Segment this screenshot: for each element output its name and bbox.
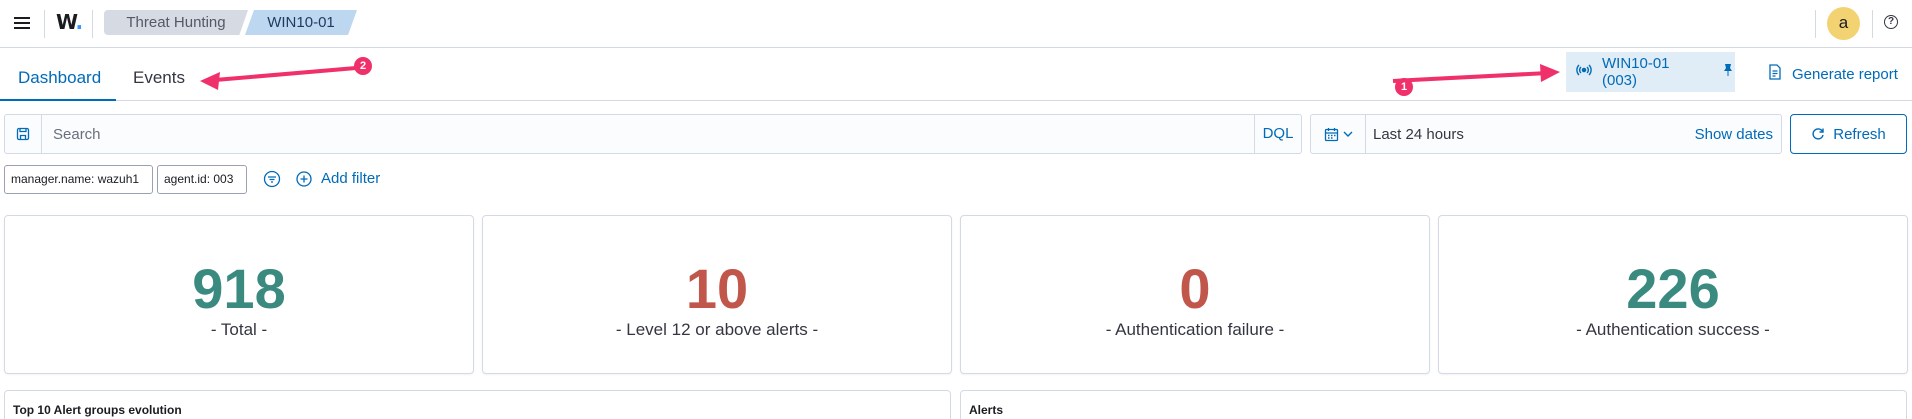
add-filter-button[interactable]: Add filter bbox=[296, 170, 380, 187]
refresh-button[interactable]: Refresh bbox=[1790, 114, 1907, 154]
generate-report-button[interactable]: Generate report bbox=[1768, 64, 1898, 84]
help-icon[interactable]: ? bbox=[1884, 15, 1898, 29]
metric-card-level12-alerts: 10 - Level 12 or above alerts - bbox=[482, 215, 952, 374]
refresh-icon bbox=[1812, 128, 1824, 140]
app-logo[interactable]: W. bbox=[56, 10, 83, 34]
filter-pill-manager[interactable]: manager.name: wazuh1 bbox=[4, 165, 153, 194]
header-divider bbox=[1872, 10, 1873, 38]
metric-card-auth-failure: 0 - Authentication failure - bbox=[960, 215, 1430, 374]
metric-value: 0 bbox=[1179, 257, 1211, 320]
breadcrumb-agent[interactable]: WIN10-01 bbox=[245, 10, 357, 35]
metric-card-total: 918 - Total - bbox=[4, 215, 474, 374]
quick-date-menu-button[interactable] bbox=[1311, 115, 1366, 153]
panel-alerts: Alerts bbox=[960, 390, 1907, 419]
search-input[interactable] bbox=[43, 115, 1256, 153]
tabs-row: Dashboard Events WIN10-01 (003) Generate… bbox=[0, 48, 1912, 101]
date-picker: Last 24 hours Show dates bbox=[1310, 114, 1782, 154]
top-header: W. Threat Hunting WIN10-01 a ? bbox=[0, 0, 1912, 48]
plus-circle-icon bbox=[296, 170, 312, 187]
pin-icon[interactable] bbox=[1721, 63, 1735, 81]
metric-label: - Level 12 or above alerts - bbox=[615, 320, 819, 339]
active-tab-indicator bbox=[0, 99, 116, 101]
metric-card-auth-success: 226 - Authentication success - bbox=[1438, 215, 1908, 374]
pinned-agent-button[interactable]: WIN10-01 (003) bbox=[1566, 52, 1735, 92]
filter-options-icon[interactable] bbox=[263, 170, 281, 193]
metric-value: 226 bbox=[1626, 257, 1720, 320]
header-divider bbox=[1815, 10, 1816, 38]
panel-title: Alerts bbox=[969, 403, 1004, 417]
annotation-badge-1: 1 bbox=[1395, 78, 1413, 96]
query-language-button[interactable]: DQL bbox=[1254, 115, 1301, 153]
user-avatar[interactable]: a bbox=[1827, 7, 1860, 40]
metric-value: 10 bbox=[685, 257, 749, 320]
saved-query-button[interactable] bbox=[5, 115, 42, 153]
query-bar: DQL bbox=[4, 114, 1302, 154]
tab-events[interactable]: Events bbox=[133, 68, 185, 88]
add-filter-label: Add filter bbox=[321, 170, 381, 187]
tab-dashboard[interactable]: Dashboard bbox=[18, 68, 101, 88]
metric-label: - Authentication success - bbox=[1576, 320, 1770, 339]
panel-alert-groups-evolution: Top 10 Alert groups evolution bbox=[4, 390, 951, 419]
save-icon bbox=[16, 127, 30, 141]
header-divider bbox=[92, 10, 93, 38]
generate-report-label: Generate report bbox=[1792, 65, 1898, 83]
filter-pill-agent[interactable]: agent.id: 003 bbox=[157, 165, 247, 194]
agent-pill-label: WIN10-01 (003) bbox=[1602, 55, 1670, 89]
annotation-badge-2: 2 bbox=[354, 57, 372, 75]
metric-label: - Total - bbox=[210, 320, 268, 339]
breadcrumb-threat-hunting[interactable]: Threat Hunting bbox=[104, 10, 248, 35]
menu-icon[interactable] bbox=[8, 9, 36, 37]
date-range-value[interactable]: Last 24 hours bbox=[1373, 126, 1464, 143]
panel-title: Top 10 Alert groups evolution bbox=[13, 403, 182, 417]
metric-label: - Authentication failure - bbox=[1105, 320, 1285, 339]
metric-value: 918 bbox=[192, 257, 286, 320]
chevron-down-icon bbox=[1343, 131, 1352, 137]
header-divider bbox=[44, 10, 45, 38]
document-icon bbox=[1768, 64, 1782, 84]
calendar-icon bbox=[1324, 127, 1338, 141]
refresh-label: Refresh bbox=[1833, 125, 1886, 143]
show-dates-button[interactable]: Show dates bbox=[1695, 126, 1773, 143]
agent-signal-icon bbox=[1576, 62, 1592, 82]
